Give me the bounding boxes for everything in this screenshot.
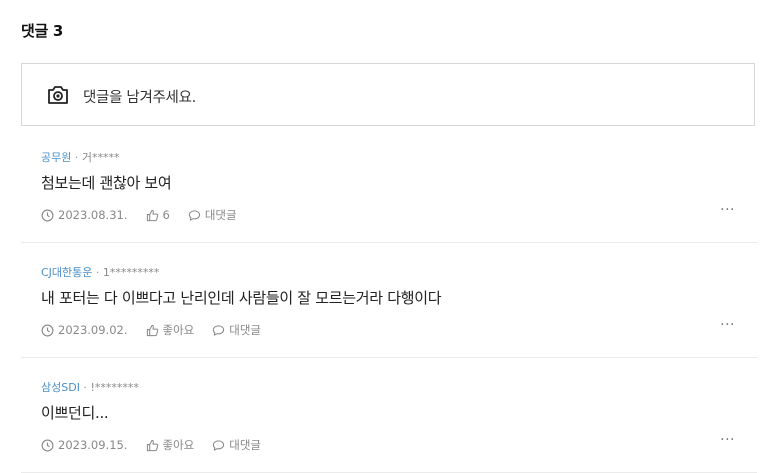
comment-input[interactable]: 댓글을 남겨주세요. — [21, 63, 755, 126]
comment-date: 2023.09.02. — [41, 323, 128, 337]
like-button[interactable]: 좋아요 — [146, 322, 195, 338]
meta-separator: · — [71, 151, 82, 164]
comment-actions: 2023.08.31. 6 대댓글 — [41, 207, 255, 223]
comment-date-text: 2023.09.02. — [58, 323, 128, 337]
comment-item: CJ대한통운 · 1********* 내 포터는 다 이쁘다고 난리인데 사람… — [21, 243, 757, 358]
comment-text: 내 포터는 다 이쁘다고 난리인데 사람들이 잘 모르는거라 다행이다 — [41, 289, 442, 307]
like-button[interactable]: 좋아요 — [146, 437, 195, 453]
comment-masked-id: !******** — [90, 381, 139, 394]
thumbs-up-icon — [146, 439, 158, 451]
meta-separator: · — [92, 266, 103, 279]
comment-item: 공무원 · 거***** 첨보는데 괜찮아 보여 2023.08.31. 6 대… — [21, 128, 757, 243]
camera-icon[interactable] — [46, 83, 70, 107]
comment-date: 2023.09.15. — [41, 438, 128, 452]
speech-bubble-icon — [213, 439, 225, 451]
comment-author[interactable]: 공무원 — [41, 151, 71, 164]
comment-date-text: 2023.08.31. — [58, 208, 128, 222]
comment-section: 댓글 3 댓글을 남겨주세요. 공무원 · 거***** 첨보는데 괜찮아 보여… — [0, 0, 777, 473]
comment-meta: 공무원 · 거***** — [41, 149, 120, 165]
reply-button[interactable]: 대댓글 — [212, 437, 261, 453]
thumbs-up-icon — [146, 324, 158, 336]
reply-button[interactable]: 대댓글 — [188, 207, 237, 223]
speech-bubble-icon — [188, 209, 200, 221]
like-label: 좋아요 — [162, 438, 195, 452]
clock-icon — [41, 209, 54, 221]
comment-actions: 2023.09.15. 좋아요 대댓글 — [41, 437, 279, 453]
comment-date-text: 2023.09.15. — [58, 438, 128, 452]
comment-text: 첨보는데 괜찮아 보여 — [41, 174, 172, 192]
more-icon[interactable]: ··· — [720, 432, 735, 448]
thumbs-up-icon — [146, 209, 158, 221]
speech-bubble-icon — [213, 324, 225, 336]
comment-text: 이쁘던디... — [41, 404, 109, 422]
comment-input-placeholder: 댓글을 남겨주세요. — [83, 90, 196, 106]
comment-actions: 2023.09.02. 좋아요 대댓글 — [41, 322, 279, 338]
comment-masked-id: 거***** — [81, 151, 120, 164]
reply-button[interactable]: 대댓글 — [212, 322, 261, 338]
meta-separator: · — [79, 381, 91, 394]
comment-count-title: 댓글 3 — [21, 22, 64, 40]
comment-author[interactable]: 삼성SDI — [41, 381, 80, 394]
comment-item: 삼성SDI · !******** 이쁘던디... 2023.09.15. 좋아… — [21, 358, 757, 473]
reply-label: 대댓글 — [229, 323, 261, 337]
clock-icon — [41, 324, 54, 336]
comment-meta: CJ대한통운 · 1********* — [41, 264, 159, 280]
reply-label: 대댓글 — [229, 438, 261, 452]
more-icon[interactable]: ··· — [720, 317, 735, 333]
more-icon[interactable]: ··· — [720, 202, 735, 218]
like-button[interactable]: 6 — [146, 208, 170, 222]
comment-masked-id: 1********* — [102, 266, 160, 279]
like-label: 6 — [162, 208, 170, 222]
reply-label: 대댓글 — [204, 208, 237, 222]
clock-icon — [41, 439, 54, 451]
like-label: 좋아요 — [162, 323, 195, 337]
comment-date: 2023.08.31. — [41, 208, 128, 222]
comment-author[interactable]: CJ대한통운 — [41, 266, 92, 279]
comment-meta: 삼성SDI · !******** — [41, 379, 139, 395]
